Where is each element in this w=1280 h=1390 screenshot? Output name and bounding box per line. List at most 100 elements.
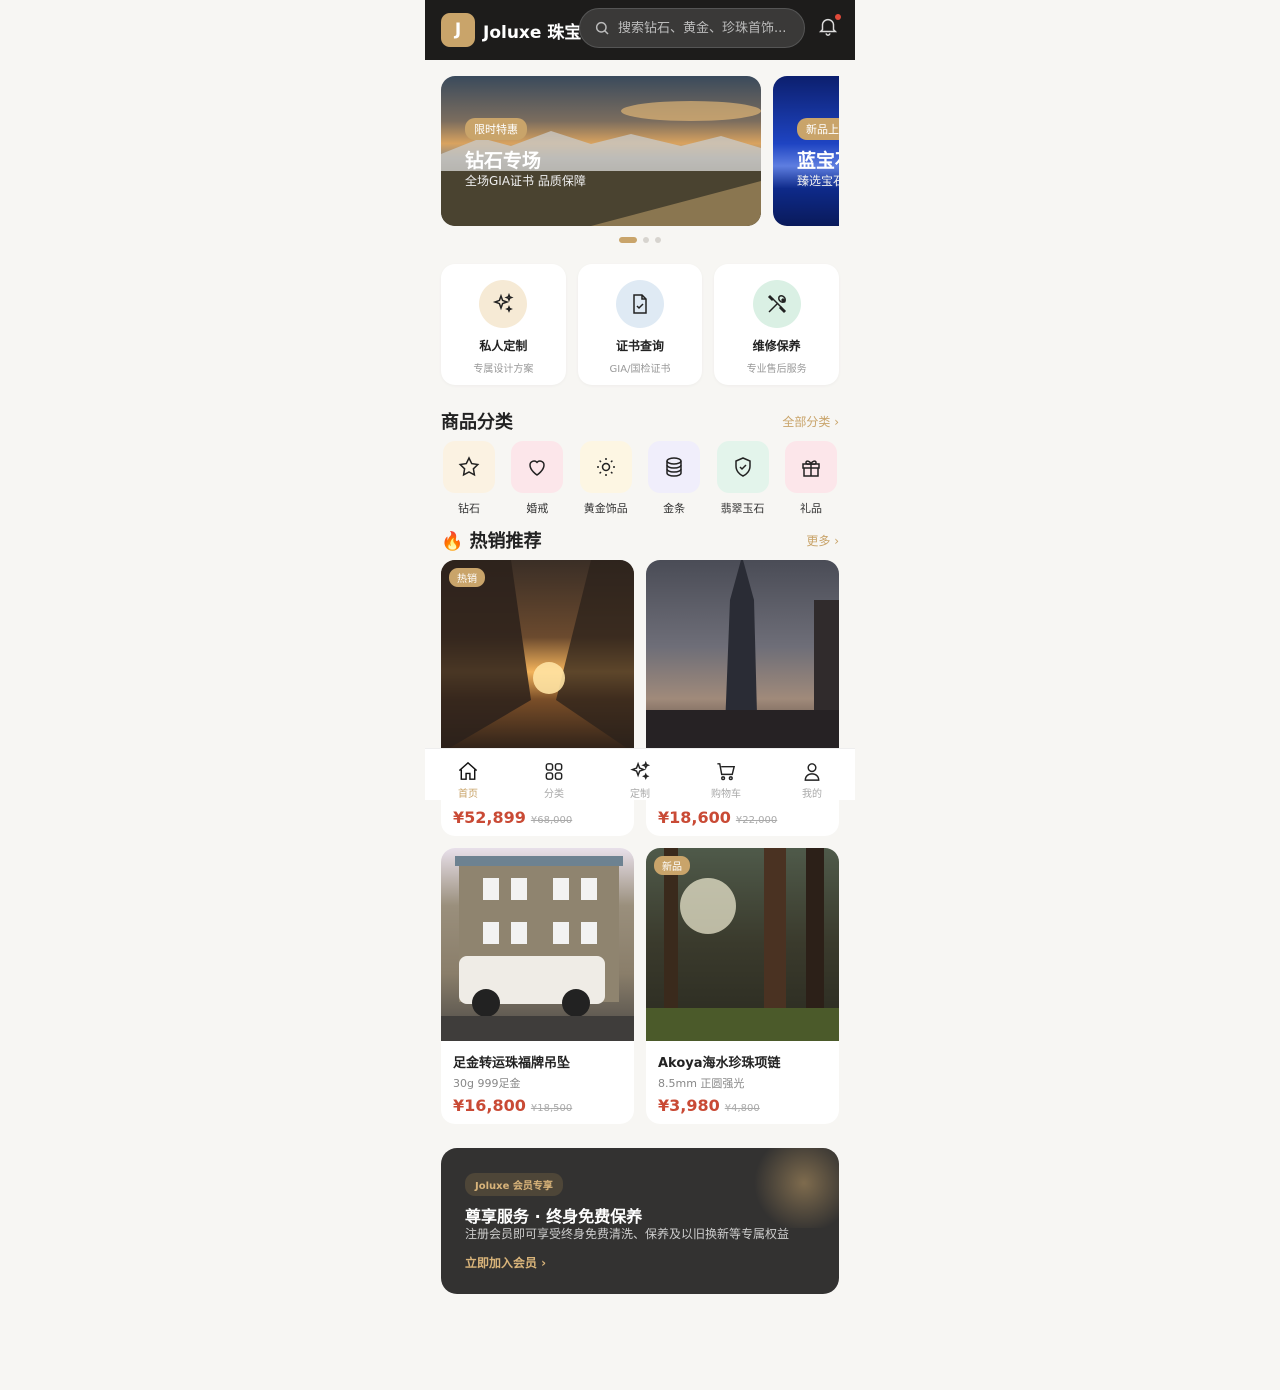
- product-original-price: ¥22,000: [735, 815, 778, 826]
- heart-icon: [529, 460, 546, 476]
- product-image[interactable]: [441, 848, 634, 1041]
- service-icon-bg: [479, 280, 528, 328]
- product-original-price: ¥18,500: [530, 1103, 573, 1114]
- user-icon: [804, 763, 820, 781]
- service-subtitle: 专业售后服务: [746, 364, 807, 375]
- nav-label: 我的: [802, 789, 822, 800]
- nav-profile[interactable]: 我的: [769, 749, 855, 800]
- join-member-link[interactable]: 立即加入会员 ›: [465, 1254, 546, 1271]
- category-icon-bg: [784, 441, 837, 493]
- brand-name[interactable]: Joluxe 珠宝: [483, 18, 581, 43]
- app-frame: J Joluxe 珠宝 限时特惠 钻石专场 全场GIA证书 品质保障 新品上市 …: [425, 0, 855, 1390]
- grid-icon: [545, 763, 563, 780]
- product-price: ¥3,980: [658, 1096, 720, 1115]
- category-label: 金条: [663, 502, 686, 515]
- member-promo-card[interactable]: Joluxe 会员专享 尊享服务 · 终身免费保养 注册会员即可享受终身免费清洗…: [441, 1148, 839, 1294]
- notification-dot: [835, 14, 841, 20]
- logo-mark[interactable]: J: [441, 13, 475, 47]
- product-image[interactable]: 新品: [646, 848, 839, 1041]
- product-name: 足金转运珠福牌吊坠: [453, 1056, 571, 1071]
- nav-custom[interactable]: 定制: [597, 749, 683, 800]
- service-icon-bg: [616, 280, 664, 328]
- sun-icon: [596, 458, 615, 476]
- search-icon: [595, 21, 609, 35]
- service-subtitle: GIA/国检证书: [609, 364, 671, 375]
- banner-slide[interactable]: 限时特惠 钻石专场 全场GIA证书 品质保障: [441, 76, 761, 226]
- search-input[interactable]: [618, 20, 788, 36]
- category-icon-bg: [579, 441, 632, 493]
- carousel-dot-active[interactable]: [619, 237, 637, 243]
- more-products-link[interactable]: 更多 ›: [806, 532, 839, 549]
- service-icon-bg: [752, 280, 801, 328]
- cart-icon: [717, 763, 736, 781]
- categories-header: 商品分类 全部分类 ›: [441, 408, 839, 434]
- nav-label: 首页: [458, 789, 478, 800]
- product-badge: 热销: [449, 568, 485, 587]
- service-card-repair[interactable]: 维修保养 专业售后服务: [714, 264, 840, 385]
- category-icon-bg: [648, 441, 701, 493]
- nav-home[interactable]: 首页: [425, 749, 511, 800]
- nav-cart[interactable]: 购物车: [683, 749, 769, 800]
- service-subtitle: 专属设计方案: [473, 364, 534, 375]
- section-title: 🔥 热销推荐: [441, 531, 542, 552]
- product-original-price: ¥4,800: [724, 1103, 760, 1114]
- tools-icon: [767, 294, 786, 314]
- category-icon-bg: [511, 441, 564, 493]
- carousel-dot[interactable]: [643, 237, 649, 243]
- product-spec: 8.5mm 正圆强光: [658, 1077, 745, 1090]
- service-title: 维修保养: [752, 339, 801, 353]
- all-categories-link[interactable]: 全部分类 ›: [782, 413, 839, 430]
- top-header: J Joluxe 珠宝: [425, 0, 855, 60]
- carousel-dot[interactable]: [655, 237, 661, 243]
- category-label: 婚戒: [526, 502, 549, 515]
- banner-tag: 限时特惠: [465, 118, 527, 140]
- star-icon: [458, 456, 480, 477]
- shield-check-icon: [734, 457, 751, 477]
- category-label: 黄金饰品: [583, 502, 628, 515]
- banner-title: 钻石专场: [465, 150, 542, 172]
- product-image[interactable]: [646, 560, 839, 753]
- banner-subtitle: 全场GIA证书 品质保障: [465, 174, 586, 188]
- category-icon-bg: [443, 441, 495, 493]
- product-price: ¥52,899: [453, 808, 526, 827]
- banner-title: 蓝宝石系列: [797, 150, 839, 172]
- forest-image: [646, 848, 839, 1041]
- category-wedding-ring[interactable]: 婚戒: [509, 441, 565, 516]
- service-title: 证书查询: [616, 339, 665, 353]
- category-label: 钻石: [458, 502, 480, 515]
- sparkles-icon: [493, 292, 514, 313]
- category-label: 翡翠玉石: [720, 502, 765, 515]
- promo-glow: [749, 1148, 839, 1228]
- service-card-custom[interactable]: 私人定制 专属设计方案: [441, 264, 566, 385]
- service-card-certificate[interactable]: 证书查询 GIA/国检证书: [577, 264, 703, 385]
- banner-carousel[interactable]: 限时特惠 钻石专场 全场GIA证书 品质保障 新品上市 蓝宝石系列 臻选宝石 匠…: [441, 76, 839, 226]
- product-price: ¥16,800: [453, 1096, 526, 1115]
- sparkles-icon: [630, 760, 651, 781]
- product-grid: 热销 ¥52,899 ¥68,000 ¥18,600 ¥22,000 足金转运珠…: [441, 560, 839, 1124]
- product-card[interactable]: 新品 Akoya海水珍珠项链 8.5mm 正圆强光 ¥3,980 ¥4,800: [646, 848, 839, 1124]
- service-title: 私人定制: [479, 339, 528, 353]
- promo-title: 尊享服务 · 终身免费保养: [465, 1207, 643, 1226]
- category-list: 钻石 婚戒 黄金饰品 金条 翡翠玉石 礼品: [441, 441, 839, 516]
- search-bar[interactable]: [579, 8, 805, 48]
- product-price: ¥18,600: [658, 808, 731, 827]
- banner-tag: 新品上市: [797, 118, 839, 140]
- promo-tag: Joluxe 会员专享: [465, 1173, 563, 1196]
- category-jade[interactable]: 翡翠玉石: [715, 441, 771, 516]
- banner-subtitle: 臻选宝石 匠心: [797, 174, 839, 188]
- category-diamond[interactable]: 钻石: [441, 441, 497, 516]
- nav-category[interactable]: 分类: [511, 749, 597, 800]
- product-image[interactable]: 热销: [441, 560, 634, 753]
- category-icon-bg: [716, 441, 769, 493]
- category-gold-bar[interactable]: 金条: [646, 441, 702, 516]
- nav-label: 分类: [544, 789, 564, 800]
- category-label: 礼品: [799, 502, 822, 515]
- product-spec: 30g 999足金: [453, 1077, 521, 1090]
- street-image: [441, 560, 634, 753]
- section-title: 商品分类: [441, 412, 513, 433]
- banner-slide[interactable]: 新品上市 蓝宝石系列 臻选宝石 匠心: [773, 76, 839, 226]
- category-gift[interactable]: 礼品: [783, 441, 839, 516]
- promo-subtitle: 注册会员即可享受终身免费清洗、保养及以旧换新等专属权益: [465, 1227, 790, 1241]
- product-card[interactable]: 足金转运珠福牌吊坠 30g 999足金 ¥16,800 ¥18,500: [441, 848, 634, 1124]
- category-gold[interactable]: 黄金饰品: [578, 441, 634, 516]
